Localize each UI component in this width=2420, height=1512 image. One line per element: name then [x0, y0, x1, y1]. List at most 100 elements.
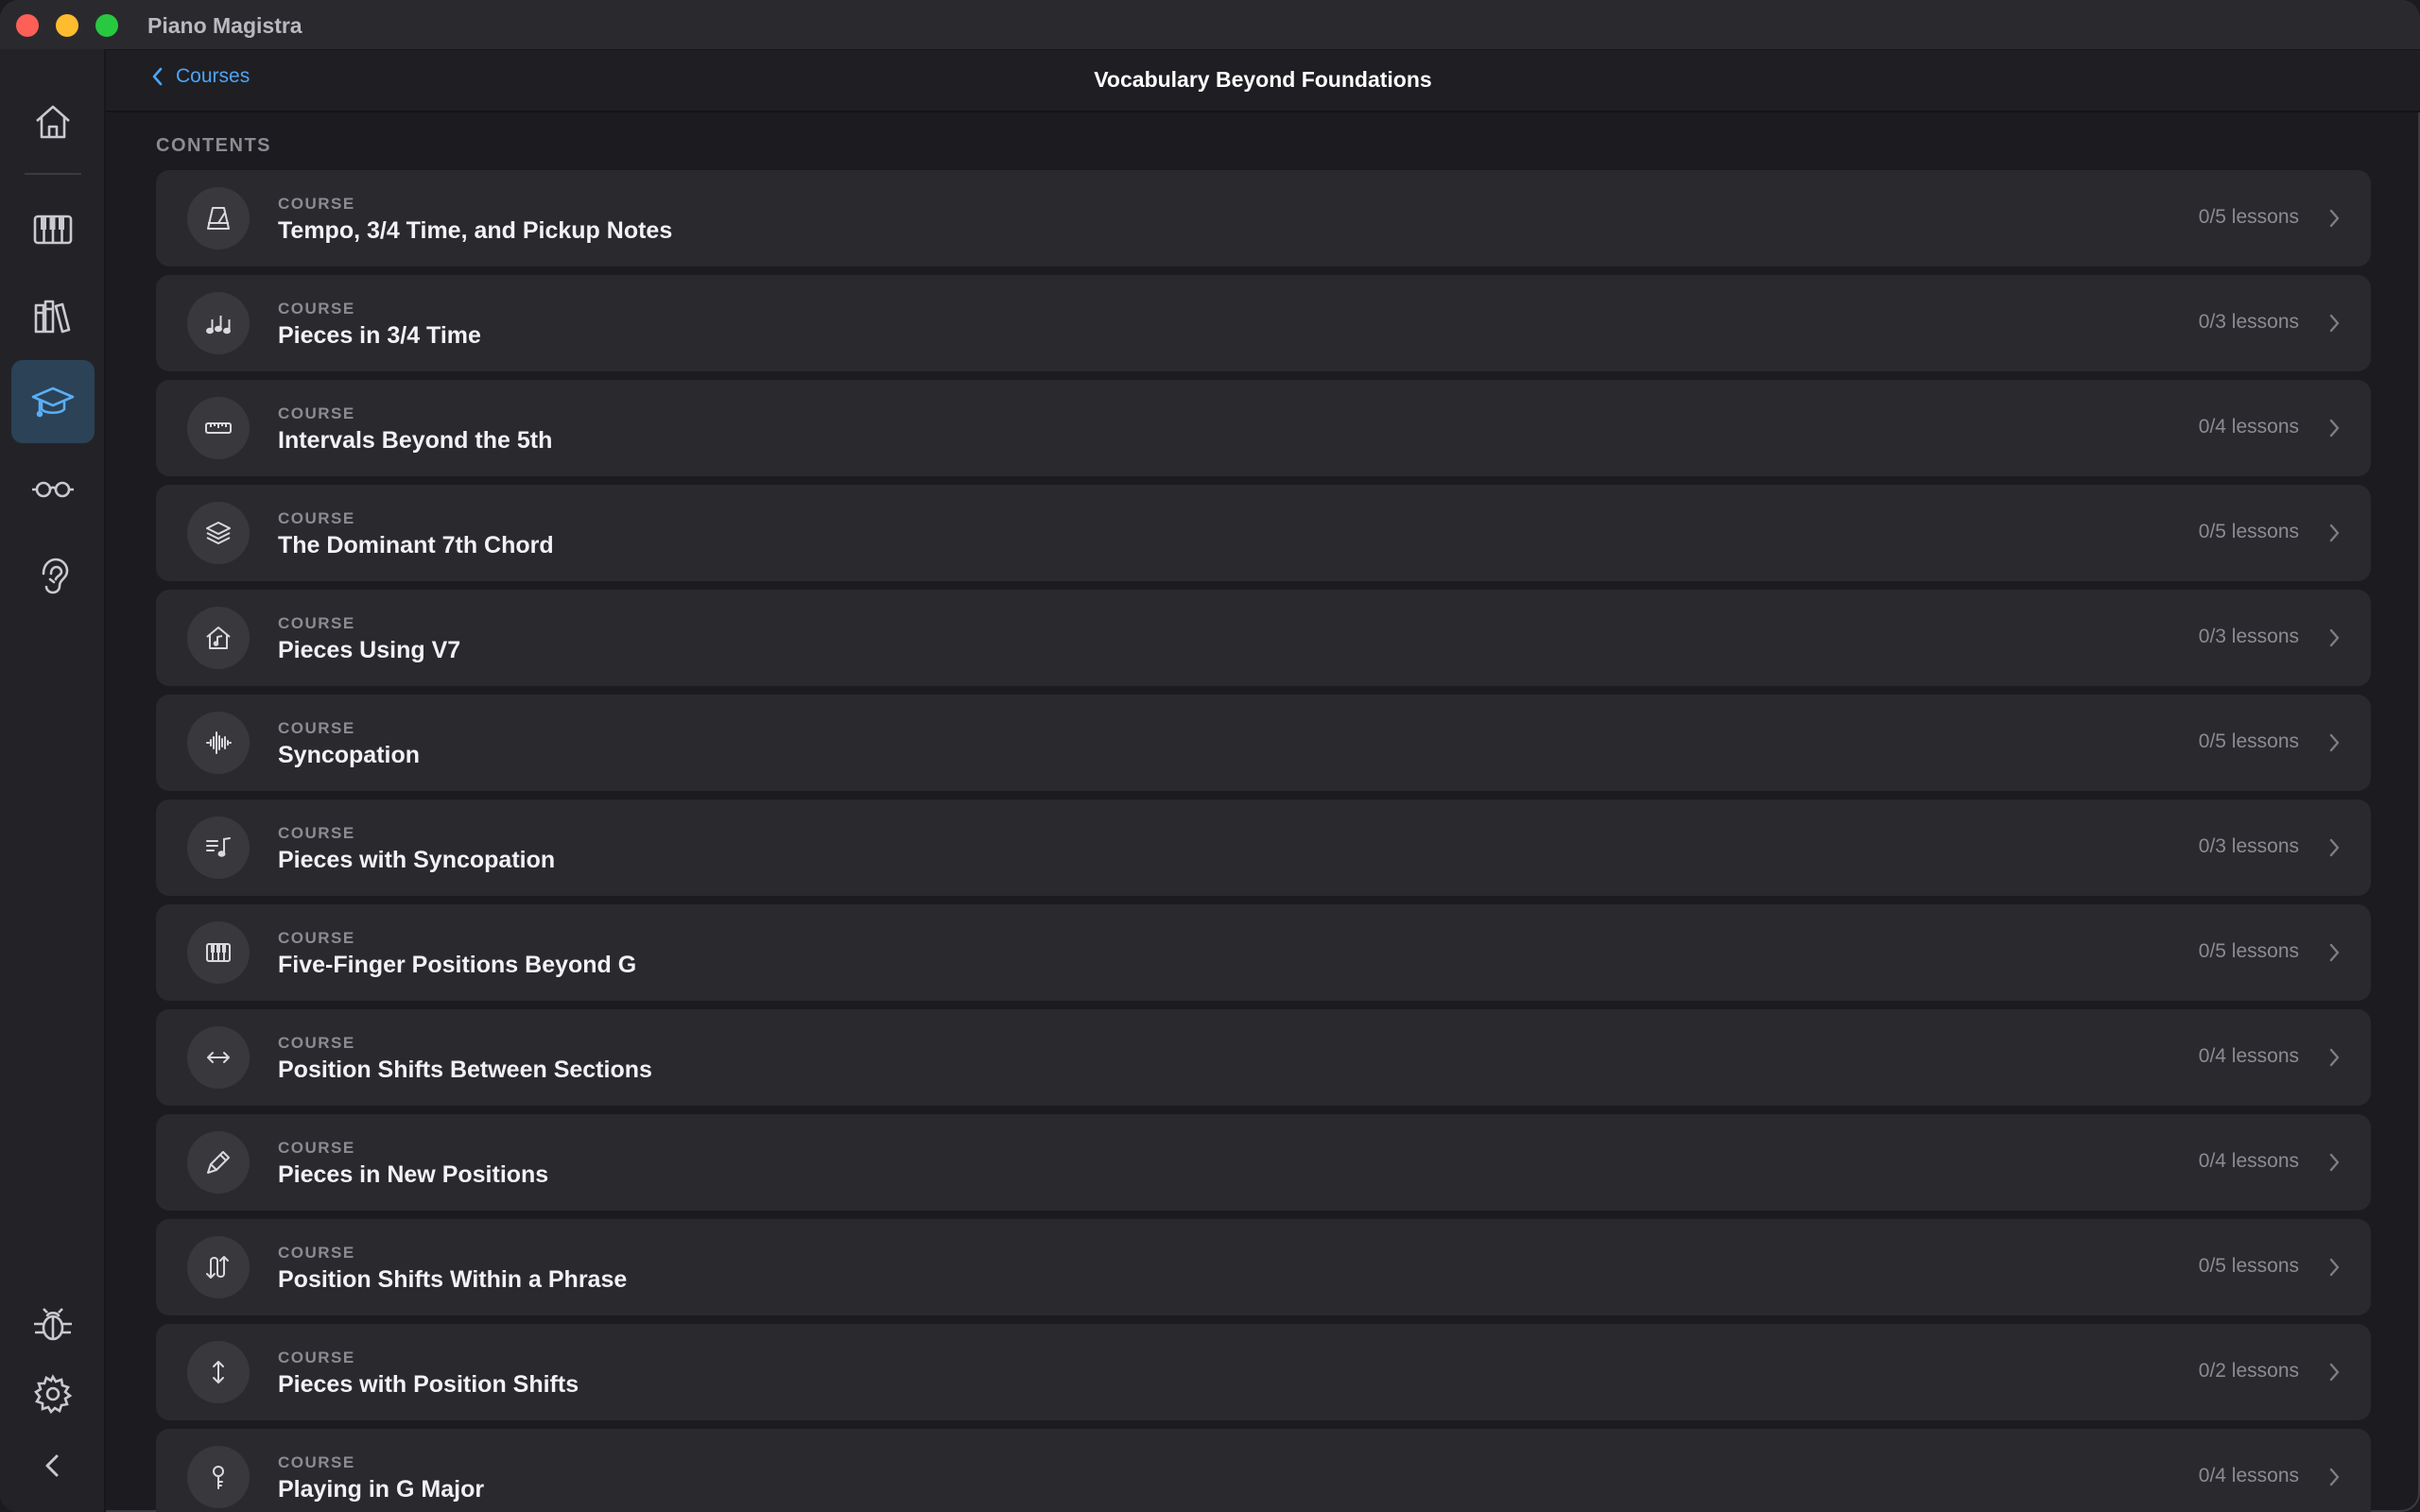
lesson-count: 0/5 lessons — [2198, 521, 2299, 542]
bug-icon — [34, 1308, 72, 1341]
waveform-icon — [206, 731, 232, 754]
chevron-right-icon — [2329, 1153, 2340, 1172]
piano-keys-icon — [206, 943, 231, 962]
course-row[interactable]: COURSE Five-Finger Positions Beyond G 0/… — [156, 904, 2371, 1001]
course-icon-badge — [187, 292, 250, 354]
chevron-right-icon — [2329, 1048, 2340, 1067]
course-kicker: COURSE — [278, 195, 355, 213]
course-row[interactable]: COURSE Pieces Using V7 0/3 lessons — [156, 590, 2371, 686]
sidebar-collapse-button[interactable] — [11, 1424, 95, 1507]
graduation-cap-icon — [31, 387, 75, 418]
course-row[interactable]: COURSE Position Shifts Within a Phrase 0… — [156, 1219, 2371, 1315]
course-title: Pieces with Syncopation — [278, 847, 556, 873]
swap-arrows-icon — [206, 1256, 229, 1279]
sidebar — [0, 49, 106, 1512]
chevron-right-icon — [2329, 1258, 2340, 1277]
glasses-icon — [32, 481, 74, 498]
chevron-right-icon — [2329, 1468, 2340, 1486]
course-title: The Dominant 7th Chord — [278, 532, 554, 558]
course-title: Pieces in 3/4 Time — [278, 322, 481, 349]
course-title: Intervals Beyond the 5th — [278, 427, 553, 454]
course-row[interactable]: COURSE The Dominant 7th Chord 0/5 lesson… — [156, 485, 2371, 581]
course-title: Pieces with Position Shifts — [278, 1371, 579, 1398]
lesson-count: 0/5 lessons — [2198, 1255, 2299, 1277]
layers-icon — [206, 522, 231, 544]
course-kicker: COURSE — [278, 1349, 355, 1366]
course-row[interactable]: COURSE Pieces in New Positions 0/4 lesso… — [156, 1114, 2371, 1211]
chevron-left-icon — [45, 1454, 59, 1477]
course-title: Position Shifts Between Sections — [278, 1057, 652, 1083]
course-icon-badge — [187, 1341, 250, 1403]
sidebar-item-home[interactable] — [11, 80, 95, 163]
sidebar-item-ear-training[interactable] — [11, 534, 95, 617]
course-icon-badge — [187, 816, 250, 879]
lesson-count: 0/2 lessons — [2198, 1360, 2299, 1382]
close-window-button[interactable] — [16, 14, 39, 37]
sidebar-item-library[interactable] — [11, 275, 95, 358]
home-icon — [36, 105, 70, 139]
course-icon-badge — [187, 502, 250, 564]
zoom-window-button[interactable] — [95, 14, 118, 37]
key-icon — [213, 1466, 224, 1489]
piano-keys-icon — [33, 215, 73, 245]
course-icon-badge — [187, 1236, 250, 1298]
pen-icon — [207, 1151, 230, 1174]
course-row[interactable]: COURSE Position Shifts Between Sections … — [156, 1009, 2371, 1106]
course-title: Pieces in New Positions — [278, 1161, 549, 1188]
lesson-count: 0/3 lessons — [2198, 626, 2299, 647]
course-row[interactable]: COURSE Playing in G Major 0/4 lessons — [156, 1429, 2371, 1512]
sidebar-item-courses[interactable] — [11, 360, 95, 443]
title-bar: Piano Magistra — [0, 0, 2420, 50]
course-icon-badge — [187, 1131, 250, 1194]
course-kicker: COURSE — [278, 929, 355, 947]
course-row[interactable]: COURSE Pieces in 3/4 Time 0/3 lessons — [156, 275, 2371, 371]
course-title: Playing in G Major — [278, 1476, 485, 1503]
metronome-icon — [207, 207, 230, 230]
app-title: Piano Magistra — [147, 13, 302, 38]
course-kicker: COURSE — [278, 300, 355, 318]
sidebar-item-reading[interactable] — [11, 447, 95, 530]
chevron-right-icon — [2329, 524, 2340, 542]
house-music-icon — [206, 627, 231, 649]
lesson-count: 0/5 lessons — [2198, 940, 2299, 962]
music-list-icon — [206, 837, 231, 857]
lesson-count: 0/4 lessons — [2198, 1150, 2299, 1172]
chevron-right-icon — [2329, 628, 2340, 647]
course-icon-badge — [187, 712, 250, 774]
course-row[interactable]: COURSE Intervals Beyond the 5th 0/4 less… — [156, 380, 2371, 476]
course-icon-badge — [187, 1026, 250, 1089]
course-title: Position Shifts Within a Phrase — [278, 1266, 628, 1293]
chevron-right-icon — [2329, 1363, 2340, 1382]
course-icon-badge — [187, 397, 250, 459]
app-window: Piano Magistra Courses Vocabulary Beyond… — [0, 0, 2420, 1512]
minimize-window-button[interactable] — [56, 14, 78, 37]
sidebar-item-keyboard[interactable] — [11, 188, 95, 271]
course-kicker: COURSE — [278, 614, 355, 632]
chevron-right-icon — [2329, 733, 2340, 752]
course-title: Pieces Using V7 — [278, 637, 461, 663]
course-kicker: COURSE — [278, 719, 355, 737]
course-row[interactable]: COURSE Pieces with Syncopation 0/3 lesso… — [156, 799, 2371, 896]
page-title: Vocabulary Beyond Foundations — [1094, 67, 1432, 92]
ruler-icon — [205, 422, 232, 434]
music-notes-icon — [206, 316, 231, 335]
course-row[interactable]: COURSE Tempo, 3/4 Time, and Pickup Notes… — [156, 170, 2371, 266]
course-icon-badge — [187, 607, 250, 669]
course-kicker: COURSE — [278, 404, 355, 422]
gear-icon — [34, 1374, 73, 1415]
course-row[interactable]: COURSE Pieces with Position Shifts 0/2 l… — [156, 1324, 2371, 1420]
course-icon-badge — [187, 1446, 250, 1508]
course-title: Five-Finger Positions Beyond G — [278, 952, 637, 978]
course-icon-badge — [187, 187, 250, 249]
sidebar-item-settings[interactable] — [11, 1352, 95, 1435]
lesson-count: 0/5 lessons — [2198, 206, 2299, 228]
course-row[interactable]: COURSE Syncopation 0/5 lessons — [156, 695, 2371, 791]
ear-icon — [42, 558, 69, 594]
sidebar-divider — [25, 173, 81, 175]
course-kicker: COURSE — [278, 1453, 355, 1471]
course-icon-badge — [187, 921, 250, 984]
course-title: Syncopation — [278, 742, 421, 768]
navigation-header: Courses Vocabulary Beyond Foundations — [106, 50, 2420, 112]
course-title: Tempo, 3/4 Time, and Pickup Notes — [278, 217, 673, 244]
course-kicker: COURSE — [278, 824, 355, 842]
